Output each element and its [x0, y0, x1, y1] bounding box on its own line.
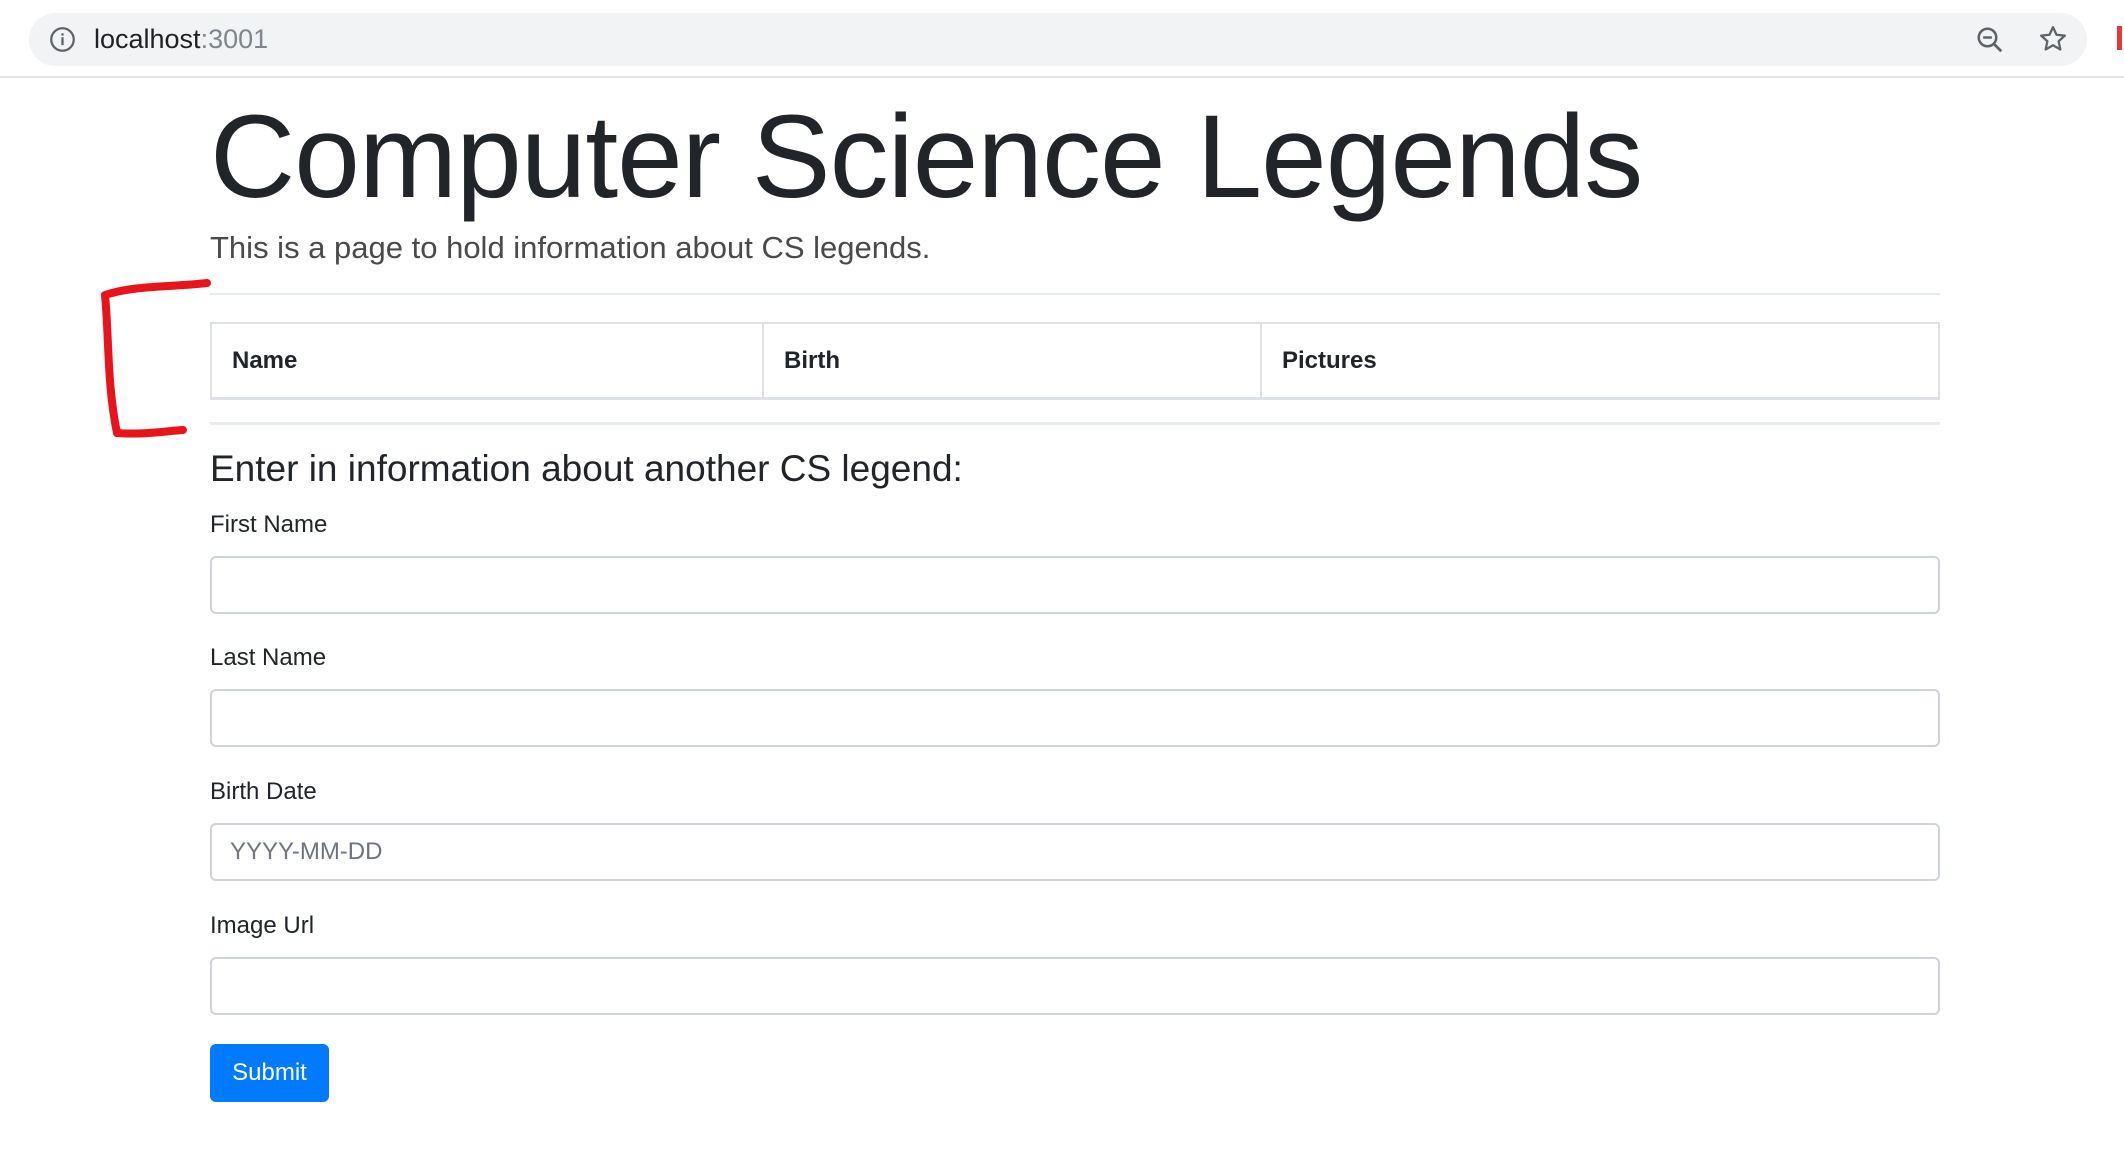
submit-button[interactable]: Submit — [210, 1044, 329, 1102]
address-bar[interactable]: localhost:3001 — [29, 13, 2087, 66]
first-name-input[interactable] — [210, 556, 1940, 614]
divider — [210, 422, 1940, 425]
last-name-label: Last Name — [210, 644, 327, 671]
column-header-pictures: Pictures — [1282, 346, 1377, 374]
column-header-name: Name — [212, 324, 764, 397]
url-port: :3001 — [200, 24, 269, 54]
red-bracket-annotation — [101, 279, 211, 438]
divider — [210, 293, 1940, 295]
star-icon[interactable] — [2038, 24, 2068, 54]
image-url-input[interactable] — [210, 957, 1940, 1015]
zoom-icon[interactable] — [1975, 25, 2005, 55]
birth-date-label: Birth Date — [210, 778, 317, 805]
last-name-input[interactable] — [210, 689, 1940, 747]
page-lead-text: This is a page to hold information about… — [210, 230, 931, 265]
page-title: Computer Science Legends — [210, 91, 1643, 223]
legends-table: Name Birth Pictures — [210, 322, 1940, 400]
column-header-birth: Birth — [764, 324, 1262, 397]
info-icon[interactable] — [49, 26, 76, 53]
birth-date-input[interactable] — [210, 823, 1940, 881]
browser-toolbar: localhost:3001 — [0, 0, 2124, 78]
first-name-label: First Name — [210, 511, 328, 538]
extension-icon[interactable] — [2117, 26, 2122, 50]
url-host: localhost — [94, 24, 201, 54]
form-heading: Enter in information about another CS le… — [210, 448, 963, 489]
url-text[interactable]: localhost:3001 — [94, 26, 268, 53]
image-url-label: Image Url — [210, 912, 315, 939]
